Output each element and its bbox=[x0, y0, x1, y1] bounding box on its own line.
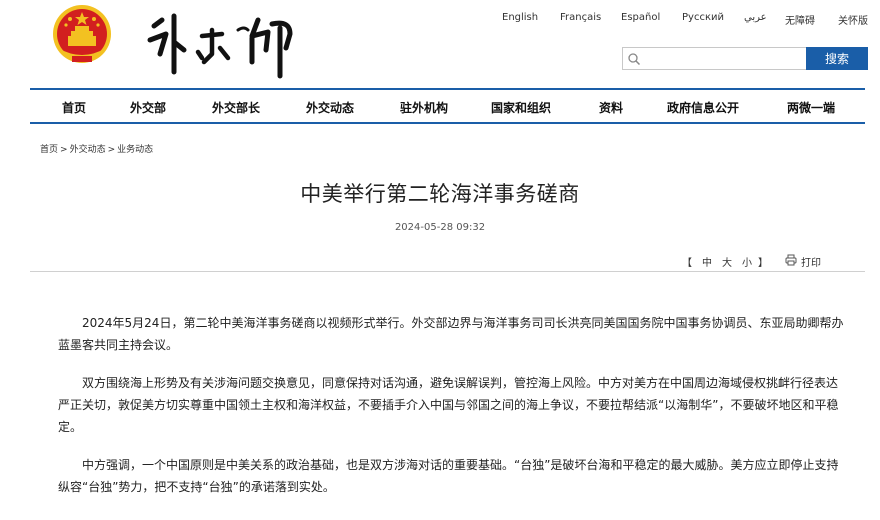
publish-date: 2024-05-28 09:32 bbox=[394, 222, 486, 233]
search-box: 搜索 bbox=[622, 47, 868, 70]
article-paragraph: 2024年5月24日，第二轮中美海洋事务磋商以视频形式举行。外交部边界与海洋事务… bbox=[58, 316, 844, 352]
article-paragraph: 双方围绕海上形势及有关涉海问题交换意见，同意保持对话沟通，避免误解误判，管控海上… bbox=[58, 376, 839, 434]
nav-item-foreign-minister[interactable]: 外交部长 bbox=[212, 99, 260, 116]
nav-item-government-info[interactable]: 政府信息公开 bbox=[667, 99, 739, 116]
font-size-large-button[interactable]: 中 bbox=[702, 254, 712, 269]
nav-item-social-media[interactable]: 两微一端 bbox=[787, 99, 835, 116]
lang-arabic-link[interactable]: عربي bbox=[744, 12, 767, 23]
page-title: 中美举行第二轮海洋事务磋商 bbox=[300, 182, 580, 206]
elder-care-mode-link[interactable]: 关怀版 bbox=[838, 12, 868, 27]
font-size-bracket-close: 】 bbox=[758, 258, 768, 269]
nav-item-ministry[interactable]: 外交部 bbox=[130, 99, 166, 116]
nav-item-countries-organizations[interactable]: 国家和组织 bbox=[491, 99, 551, 116]
main-nav: 首页 外交部 外交部长 外交动态 驻外机构 国家和组织 资料 政府信息公开 两微… bbox=[30, 88, 865, 124]
lang-french-link[interactable]: Français bbox=[560, 12, 601, 23]
print-icon[interactable] bbox=[785, 254, 797, 266]
font-size-medium-button[interactable]: 大 bbox=[722, 254, 732, 269]
divider bbox=[30, 271, 865, 272]
article-body: 2024年5月24日，第二轮中美海洋事务磋商以视频形式举行。外交部边界与海洋事务… bbox=[58, 312, 848, 514]
print-button[interactable]: 打印 bbox=[801, 254, 821, 269]
site-header: English Français Español Русский عربي 无障… bbox=[0, 0, 880, 88]
font-size-small-button[interactable]: 小 bbox=[742, 254, 752, 269]
language-bar: English Français Español Русский عربي 无障… bbox=[480, 12, 880, 28]
search-button[interactable]: 搜索 bbox=[806, 47, 868, 70]
font-size-bracket-open: 【 bbox=[682, 258, 692, 269]
search-icon bbox=[628, 53, 641, 66]
lang-english-link[interactable]: English bbox=[502, 12, 538, 23]
breadcrumb-separator: > bbox=[107, 145, 116, 155]
nav-item-home[interactable]: 首页 bbox=[62, 99, 86, 116]
accessibility-link[interactable]: 无障碍 bbox=[785, 12, 815, 27]
breadcrumb-diplomatic-news-link[interactable]: 外交动态 bbox=[70, 145, 106, 155]
lang-spanish-link[interactable]: Español bbox=[621, 12, 660, 23]
article-paragraph: 中方强调，一个中国原则是中美关系的政治基础，也是双方涉海对话的重要基础。“台独”… bbox=[58, 458, 839, 494]
ministry-calligraphy-logo[interactable] bbox=[140, 6, 310, 84]
breadcrumb-home-link[interactable]: 首页 bbox=[40, 145, 58, 155]
lang-russian-link[interactable]: Русский bbox=[682, 12, 724, 23]
nav-item-diplomatic-news[interactable]: 外交动态 bbox=[306, 99, 354, 116]
nav-item-missions-abroad[interactable]: 驻外机构 bbox=[400, 99, 448, 116]
search-input[interactable] bbox=[643, 49, 815, 68]
national-emblem-icon[interactable] bbox=[50, 4, 114, 68]
nav-item-resources[interactable]: 资料 bbox=[599, 99, 623, 116]
breadcrumb-separator: > bbox=[60, 145, 68, 155]
breadcrumb-business-news-link[interactable]: 业务动态 bbox=[117, 145, 153, 155]
breadcrumb: 首页 > 外交动态 > 业务动态 bbox=[40, 142, 153, 155]
